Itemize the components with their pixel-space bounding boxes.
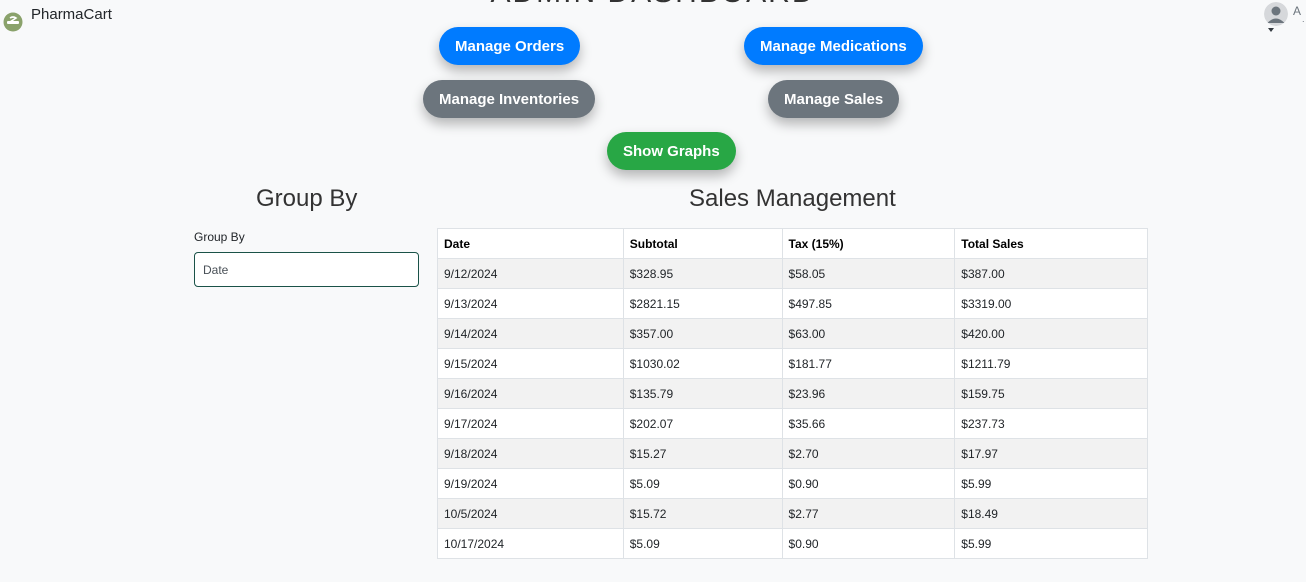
cell-total: $387.00 <box>954 258 1148 289</box>
table-row: 9/16/2024 $135.79 $23.96 $159.75 <box>437 378 1148 409</box>
table-row: 9/13/2024 $2821.15 $497.85 $3319.00 <box>437 288 1148 319</box>
cell-total: $18.49 <box>954 498 1148 529</box>
table-row: 9/14/2024 $357.00 $63.00 $420.00 <box>437 318 1148 349</box>
cell-date: 9/14/2024 <box>437 318 624 349</box>
cell-date: 10/17/2024 <box>437 528 624 559</box>
cell-date: 9/19/2024 <box>437 468 624 499</box>
cell-subtotal: $5.09 <box>622 468 783 499</box>
column-header-total-sales: Total Sales <box>954 228 1148 259</box>
cell-subtotal: $328.95 <box>622 258 783 289</box>
cell-date: 9/15/2024 <box>437 348 624 379</box>
group-by-input[interactable] <box>194 252 419 287</box>
user-subtext: . <box>1302 14 1305 24</box>
caret-down-icon[interactable] <box>1268 28 1274 32</box>
cell-subtotal: $202.07 <box>622 408 783 439</box>
cell-tax: $181.77 <box>781 348 956 379</box>
cell-subtotal: $357.00 <box>622 318 783 349</box>
group-by-heading: Group By <box>256 185 358 212</box>
cell-date: 9/17/2024 <box>437 408 624 439</box>
table-row: 9/17/2024 $202.07 $35.66 $237.73 <box>437 408 1148 439</box>
table-row: 10/5/2024 $15.72 $2.77 $18.49 <box>437 498 1148 529</box>
manage-inventories-button[interactable]: Manage Inventories <box>423 80 596 118</box>
cell-date: 9/18/2024 <box>437 438 624 469</box>
cell-date: 9/13/2024 <box>437 288 624 319</box>
cell-date: 9/12/2024 <box>437 258 624 289</box>
table-row: 9/19/2024 $5.09 $0.90 $5.99 <box>437 468 1148 499</box>
table-row: 9/15/2024 $1030.02 $181.77 $1211.79 <box>437 348 1148 379</box>
pharmacy-logo-icon <box>3 12 23 32</box>
cell-tax: $63.00 <box>781 318 956 349</box>
cell-subtotal: $1030.02 <box>622 348 783 379</box>
cell-subtotal: $15.27 <box>622 438 783 469</box>
cell-tax: $23.96 <box>781 378 956 409</box>
cell-total: $420.00 <box>954 318 1148 349</box>
cell-subtotal: $2821.15 <box>622 288 783 319</box>
table-row: 9/12/2024 $328.95 $58.05 $387.00 <box>437 258 1148 289</box>
column-header-subtotal: Subtotal <box>622 228 783 259</box>
cell-subtotal: $15.72 <box>622 498 783 529</box>
cell-tax: $497.85 <box>781 288 956 319</box>
cell-tax: $35.66 <box>781 408 956 439</box>
sales-management-heading: Sales Management <box>689 185 896 212</box>
manage-sales-button[interactable]: Manage Sales <box>768 80 900 118</box>
cell-subtotal: $5.09 <box>622 528 783 559</box>
brand-name: PharmaCart <box>31 6 112 23</box>
table-row: 9/18/2024 $15.27 $2.70 $17.97 <box>437 438 1148 469</box>
cell-total: $5.99 <box>954 528 1148 559</box>
cell-tax: $0.90 <box>781 468 956 499</box>
sales-table: Date Subtotal Tax (15%) Total Sales 9/12… <box>437 228 1148 559</box>
cell-total: $1211.79 <box>954 348 1148 379</box>
cell-total: $3319.00 <box>954 288 1148 319</box>
cell-tax: $58.05 <box>781 258 956 289</box>
cell-tax: $2.77 <box>781 498 956 529</box>
column-header-date: Date <box>437 228 624 259</box>
cell-total: $237.73 <box>954 408 1148 439</box>
manage-orders-button[interactable]: Manage Orders <box>439 27 581 65</box>
show-graphs-button[interactable]: Show Graphs <box>607 132 736 170</box>
table-row: 10/17/2024 $5.09 $0.90 $5.99 <box>437 528 1148 559</box>
admin-dashboard-page: PharmaCart A . ADMIN DASHBOARD Manage Or… <box>0 0 1306 582</box>
cell-total: $17.97 <box>954 438 1148 469</box>
dashboard-title: ADMIN DASHBOARD <box>0 0 1306 8</box>
column-header-tax: Tax (15%) <box>781 228 956 259</box>
table-header-row: Date Subtotal Tax (15%) Total Sales <box>437 228 1148 259</box>
manage-medications-button[interactable]: Manage Medications <box>744 27 923 65</box>
navbar-brand[interactable]: PharmaCart <box>3 6 112 32</box>
cell-tax: $2.70 <box>781 438 956 469</box>
cell-subtotal: $135.79 <box>622 378 783 409</box>
cell-total: $5.99 <box>954 468 1148 499</box>
cell-total: $159.75 <box>954 378 1148 409</box>
group-by-label: Group By <box>194 230 245 244</box>
cell-tax: $0.90 <box>781 528 956 559</box>
cell-date: 9/16/2024 <box>437 378 624 409</box>
cell-date: 10/5/2024 <box>437 498 624 529</box>
